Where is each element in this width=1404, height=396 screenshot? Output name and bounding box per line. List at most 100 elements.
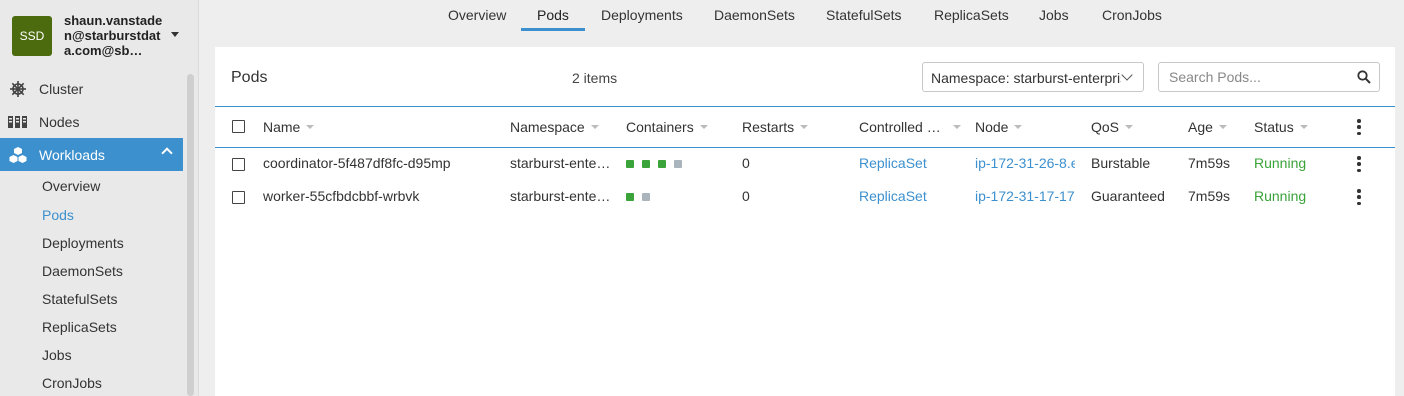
chevron-up-icon[interactable] (161, 147, 173, 159)
tab-deployments[interactable]: Deployments (601, 7, 683, 23)
column-label: Status (1254, 119, 1294, 135)
controlled-by-link[interactable]: ReplicaSet (859, 188, 927, 204)
pod-name: worker-55cfbdcbbf-wrbvk (263, 188, 420, 204)
container-ready-indicator (626, 160, 634, 168)
sidebar-subitem-statefulsets[interactable]: StatefulSets (42, 291, 118, 307)
containers-status (626, 193, 650, 201)
container-waiting-indicator (642, 193, 650, 201)
namespace-select[interactable]: Namespace: starburst-enterprise (922, 62, 1144, 92)
tab-statefulsets[interactable]: StatefulSets (826, 7, 902, 23)
search-box (1158, 62, 1380, 92)
workload-tabs: Overview Pods Deployments DaemonSets Sta… (199, 0, 1404, 33)
chevron-down-icon (1121, 69, 1133, 81)
workloads-cubes-icon (8, 145, 28, 165)
sidebar: SSD shaun.vanstaden@starburstdata.com@sb… (0, 0, 199, 396)
sidebar-item-nodes[interactable]: Nodes (0, 105, 183, 138)
pod-name: coordinator-5f487df8fc-d95mp (263, 155, 451, 171)
sort-icon (1014, 125, 1023, 129)
column-header-name[interactable]: Name (263, 119, 315, 135)
sort-icon (699, 125, 708, 129)
sort-icon (1125, 125, 1134, 129)
container-ready-indicator (658, 160, 666, 168)
sort-icon (800, 125, 809, 129)
column-label: Containers (626, 119, 694, 135)
column-label: QoS (1091, 119, 1120, 135)
controlled-by-link[interactable]: ReplicaSet (859, 155, 927, 171)
node-link[interactable]: ip-172-31-26-8.e (975, 155, 1075, 171)
tab-daemonsets[interactable]: DaemonSets (714, 7, 795, 23)
column-label: Controlled … (859, 119, 941, 135)
column-header-age[interactable]: Age (1188, 119, 1227, 135)
sidebar-subitem-cronjobs[interactable]: CronJobs (42, 375, 102, 391)
sort-icon (1218, 125, 1227, 129)
status-badge: Running (1254, 188, 1307, 204)
pod-restarts: 0 (742, 155, 750, 171)
pod-age: 7m59s (1188, 188, 1231, 204)
tab-pods[interactable]: Pods (537, 7, 569, 23)
sidebar-item-label: Workloads (39, 146, 105, 163)
helm-wheel-icon (8, 79, 28, 99)
column-label: Name (263, 119, 301, 135)
column-header-node[interactable]: Node (975, 119, 1023, 135)
tab-overview[interactable]: Overview (448, 7, 506, 23)
pod-restarts: 0 (742, 188, 750, 204)
column-header-restarts[interactable]: Restarts (742, 119, 809, 135)
column-header-namespace[interactable]: Namespace (510, 119, 599, 135)
pod-namespace: starburst-ente… (510, 188, 610, 204)
column-label: Node (975, 119, 1009, 135)
column-label: Restarts (742, 119, 795, 135)
pods-panel: Pods 2 items Namespace: starburst-enterp… (215, 47, 1395, 396)
row-menu-icon[interactable] (1357, 156, 1361, 172)
account-menu[interactable]: SSD shaun.vanstaden@starburstdata.com@sb… (0, 0, 199, 72)
sort-icon (952, 125, 961, 129)
divider (215, 106, 1395, 107)
sidebar-subitem-deployments[interactable]: Deployments (42, 235, 124, 251)
containers-status (626, 160, 682, 168)
column-label: Age (1188, 119, 1213, 135)
column-header-status[interactable]: Status (1254, 119, 1308, 135)
divider (215, 147, 1395, 148)
sidebar-item-workloads[interactable]: Workloads (0, 138, 183, 171)
node-link[interactable]: ip-172-31-17-172 (975, 188, 1075, 204)
caret-down-icon[interactable] (171, 32, 179, 37)
avatar: SSD (12, 16, 52, 56)
search-input[interactable] (1159, 63, 1344, 91)
column-header-qos[interactable]: QoS (1091, 119, 1134, 135)
nodes-icon (8, 112, 28, 132)
namespace-select-value: Namespace: starburst-enterprise (931, 70, 1121, 86)
container-ready-indicator (626, 193, 634, 201)
pod-age: 7m59s (1188, 155, 1231, 171)
row-checkbox[interactable] (232, 191, 245, 204)
column-menu-icon[interactable] (1357, 119, 1361, 135)
pod-qos: Burstable (1091, 155, 1151, 171)
sidebar-subitem-overview[interactable]: Overview (42, 178, 100, 194)
sidebar-subitem-daemonsets[interactable]: DaemonSets (42, 263, 123, 279)
active-tab-indicator (521, 28, 585, 31)
column-header-containers[interactable]: Containers (626, 119, 708, 135)
column-header-controlled-by[interactable]: Controlled … (859, 119, 961, 135)
search-icon[interactable] (1357, 70, 1371, 84)
sidebar-item-label: Cluster (39, 80, 84, 97)
page-title: Pods (231, 69, 268, 86)
column-label: Namespace (510, 119, 585, 135)
status-badge: Running (1254, 155, 1307, 171)
select-all-checkbox[interactable] (232, 120, 245, 133)
sidebar-item-label: Nodes (39, 113, 80, 130)
account-name: shaun.vanstaden@starburstdata.com@sb… (64, 13, 163, 58)
sort-icon (1299, 125, 1308, 129)
tab-replicasets[interactable]: ReplicaSets (934, 7, 1009, 23)
sort-icon (306, 125, 315, 129)
items-count: 2 items (572, 70, 618, 86)
tab-jobs[interactable]: Jobs (1039, 7, 1069, 23)
sidebar-scrollbar[interactable] (187, 74, 194, 396)
pod-namespace: starburst-ente… (510, 155, 610, 171)
tab-cronjobs[interactable]: CronJobs (1102, 7, 1162, 23)
sidebar-subitem-pods[interactable]: Pods (42, 207, 74, 223)
row-menu-icon[interactable] (1357, 189, 1361, 205)
row-checkbox[interactable] (232, 158, 245, 171)
pod-qos: Guaranteed (1091, 188, 1165, 204)
sidebar-item-cluster[interactable]: Cluster (0, 72, 183, 105)
sort-icon (590, 125, 599, 129)
sidebar-subitem-replicasets[interactable]: ReplicaSets (42, 319, 117, 335)
sidebar-subitem-jobs[interactable]: Jobs (42, 347, 72, 363)
